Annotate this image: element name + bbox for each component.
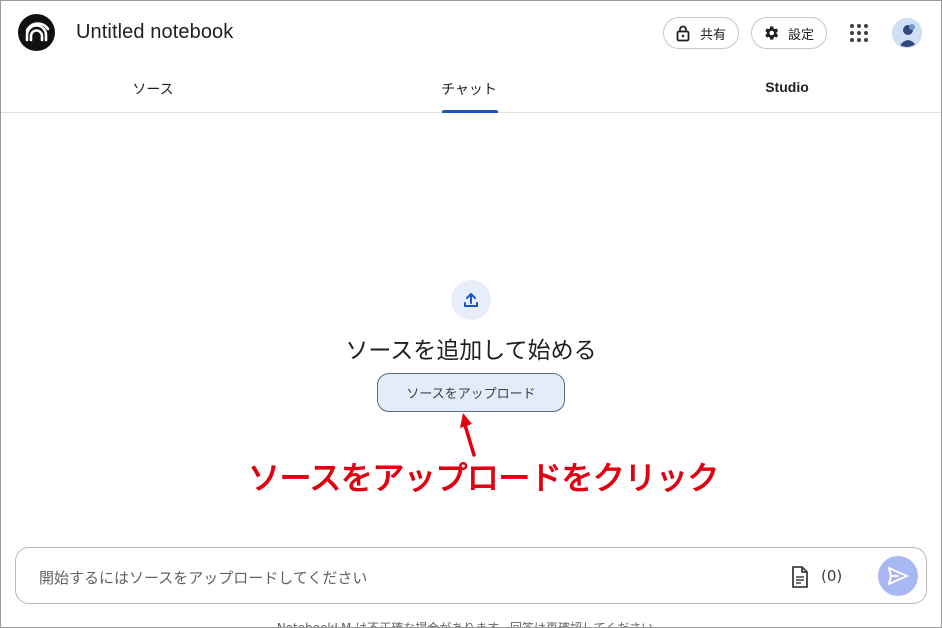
source-count: (0) xyxy=(821,567,843,585)
chat-input[interactable]: 開始するにはソースをアップロードしてください xyxy=(39,567,367,588)
send-button[interactable] xyxy=(878,556,918,596)
upload-icon xyxy=(451,280,491,320)
disclaimer-text: NotebookLM は不正確な場合があります。回答は再確認してください。 xyxy=(276,621,666,628)
gear-icon xyxy=(762,24,780,42)
tab-sources[interactable]: ソース xyxy=(113,79,193,99)
tab-chat[interactable]: チャット xyxy=(429,79,509,99)
tab-bar: ソース チャット Studio xyxy=(1,65,941,113)
annotation-arrow xyxy=(460,413,476,457)
document-icon xyxy=(791,566,809,592)
upload-source-button[interactable]: ソースをアップロード xyxy=(377,373,565,412)
share-label: 共有 xyxy=(700,27,727,43)
apps-grid-icon[interactable] xyxy=(847,21,871,45)
tab-studio[interactable]: Studio xyxy=(747,79,827,95)
notebooklm-logo-icon[interactable] xyxy=(18,14,55,51)
active-tab-indicator xyxy=(442,110,498,113)
chat-composer[interactable]: 開始するにはソースをアップロードしてください (0) xyxy=(15,547,927,604)
avatar[interactable] xyxy=(892,18,922,48)
send-icon xyxy=(888,567,908,585)
empty-state-heading: ソースを追加して始める xyxy=(345,338,597,364)
settings-button[interactable]: 設定 xyxy=(751,17,827,49)
lock-icon xyxy=(674,24,692,42)
top-bar: Untitled notebook 共有 設定 xyxy=(1,1,941,65)
share-button[interactable]: 共有 xyxy=(663,17,739,49)
annotation-text: ソースをアップロードをクリック xyxy=(248,459,719,497)
app-window: Untitled notebook 共有 設定 ソース チャット Studio … xyxy=(0,0,942,628)
settings-label: 設定 xyxy=(788,27,815,43)
notebook-title[interactable]: Untitled notebook xyxy=(76,21,233,44)
